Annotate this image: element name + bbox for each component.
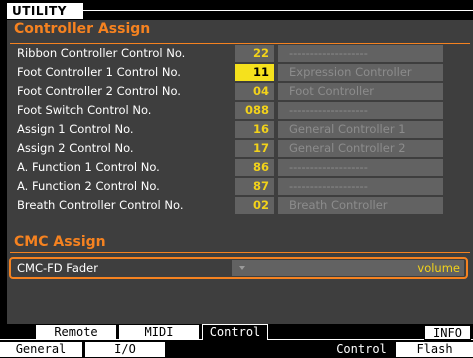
controller-row-label: A. Function 2 Control No. bbox=[17, 179, 160, 193]
cmc-fd-fader-label: CMC-FD Fader bbox=[17, 261, 98, 275]
window-title: UTILITY bbox=[7, 3, 83, 19]
control-description: Breath Controller bbox=[278, 197, 443, 214]
lower-tab-bar: General I/O Control Flash bbox=[0, 341, 473, 358]
cmc-fd-fader-row[interactable]: CMC-FD Fader volume bbox=[9, 257, 468, 279]
control-description: ------------------- bbox=[278, 45, 443, 62]
tab-flash[interactable]: Flash bbox=[396, 342, 473, 357]
controller-row-label: Breath Controller Control No. bbox=[17, 198, 184, 212]
control-number-field[interactable]: 22 bbox=[235, 45, 274, 62]
control-description: General Controller 1 bbox=[278, 121, 443, 138]
controller-row[interactable]: Foot Switch Control No. 088 --------------… bbox=[7, 101, 473, 120]
controller-row[interactable]: Assign 2 Control No. 17 General Controller… bbox=[7, 139, 473, 158]
control-number-field[interactable]: 86 bbox=[235, 159, 274, 176]
control-number-field[interactable]: 02 bbox=[235, 197, 274, 214]
control-description: General Controller 2 bbox=[278, 140, 443, 157]
controller-assign-heading: Controller Assign bbox=[14, 21, 151, 37]
control-number-field[interactable]: 17 bbox=[235, 140, 274, 157]
controller-row-label: Foot Switch Control No. bbox=[17, 103, 152, 117]
controller-row[interactable]: Ribbon Controller Control No. 22 ---------… bbox=[7, 44, 473, 63]
controller-row-label: Assign 2 Control No. bbox=[17, 141, 134, 155]
controller-row-label: A. Function 1 Control No. bbox=[17, 160, 160, 174]
tab-remote[interactable]: Remote bbox=[36, 325, 116, 340]
controller-row[interactable]: A. Function 1 Control No. 86 -------------… bbox=[7, 158, 473, 177]
tab-general[interactable]: General bbox=[0, 342, 82, 357]
controller-row[interactable]: Breath Controller Control No. 02 Breath Co… bbox=[7, 196, 473, 215]
tab-control-lower[interactable]: Control bbox=[330, 342, 393, 357]
controller-row[interactable]: Assign 1 Control No. 16 General Controller… bbox=[7, 120, 473, 139]
controller-row-label: Foot Controller 2 Control No. bbox=[17, 84, 181, 98]
control-number-field[interactable]: 04 bbox=[235, 83, 274, 100]
tab-midi[interactable]: MIDI bbox=[119, 325, 199, 340]
cmc-assign-heading: CMC Assign bbox=[14, 234, 106, 250]
control-description: Expression Controller bbox=[278, 64, 443, 81]
dropdown-arrow-icon bbox=[239, 266, 245, 270]
info-button[interactable]: INFO bbox=[424, 325, 471, 340]
title-divider bbox=[83, 10, 473, 11]
cmc-value-text: volume bbox=[417, 261, 460, 275]
controller-row-label: Foot Controller 1 Control No. bbox=[17, 65, 181, 79]
controller-row-label: Assign 1 Control No. bbox=[17, 122, 134, 136]
tab-io[interactable]: I/O bbox=[85, 342, 165, 357]
control-description: Foot Controller bbox=[278, 83, 443, 100]
control-description: ------------------- bbox=[278, 159, 443, 176]
controller-row[interactable]: Foot Controller 1 Control No. 11 Expressio… bbox=[7, 63, 473, 82]
controller-row[interactable]: Foot Controller 2 Control No. 04 Foot Cont… bbox=[7, 82, 473, 101]
control-number-field[interactable]: 088 bbox=[235, 102, 274, 119]
control-number-field[interactable]: 87 bbox=[235, 178, 274, 195]
title-bar: UTILITY bbox=[0, 0, 473, 20]
control-description: ------------------- bbox=[278, 178, 443, 195]
controller-row[interactable]: A. Function 2 Control No. 87 -------------… bbox=[7, 177, 473, 196]
controller-row-label: Ribbon Controller Control No. bbox=[17, 46, 186, 60]
cmc-assign-rule bbox=[10, 252, 470, 253]
control-description: ------------------- bbox=[278, 102, 443, 119]
upper-tab-bar: Remote MIDI Control INFO bbox=[0, 324, 473, 341]
cmc-fd-fader-value[interactable]: volume bbox=[232, 260, 464, 276]
control-number-field[interactable]: 16 bbox=[235, 121, 274, 138]
tab-control[interactable]: Control bbox=[202, 324, 268, 340]
control-number-field[interactable]: 11 bbox=[235, 64, 274, 81]
